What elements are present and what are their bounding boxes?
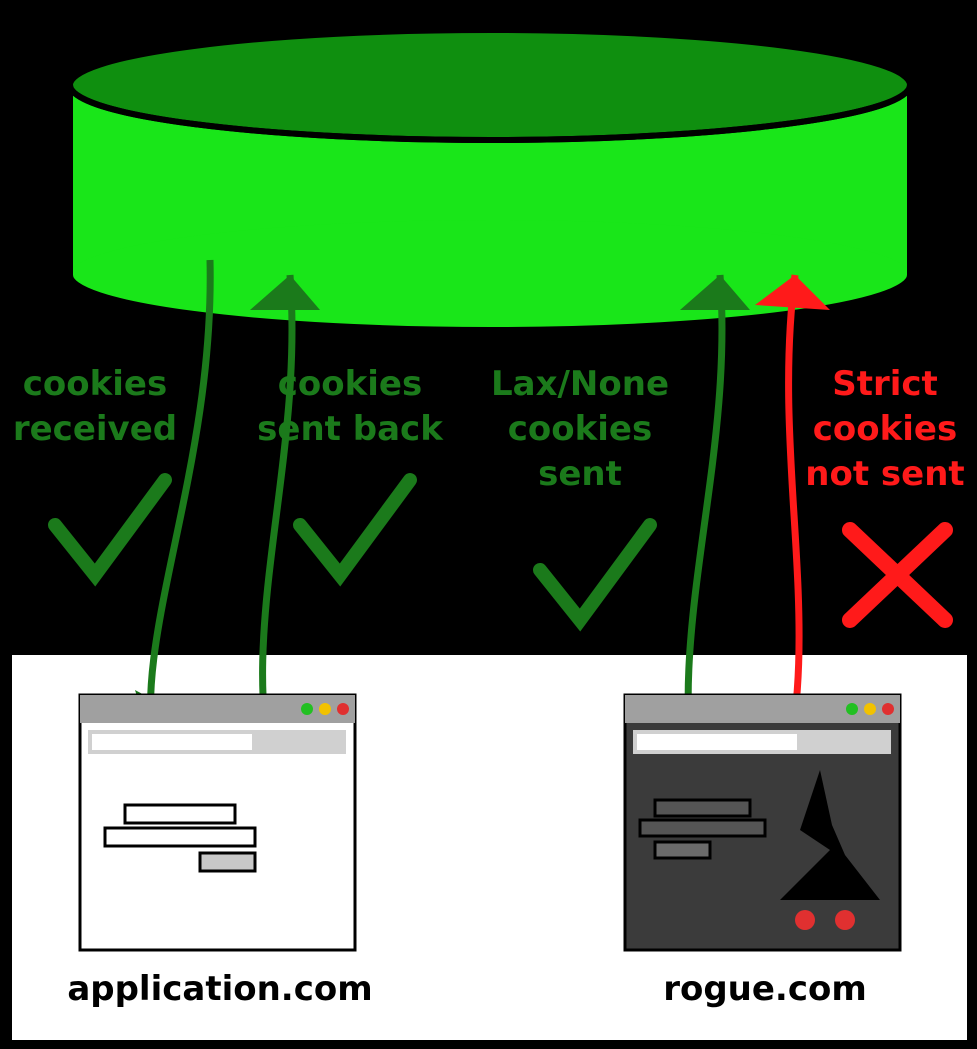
window-dot-green-icon [846, 703, 858, 715]
window-dot-yellow-icon [864, 703, 876, 715]
text-received-2: received [13, 409, 177, 449]
text-sentback-1: cookies [278, 364, 422, 404]
text-laxnone-2: cookies [508, 409, 652, 449]
text-laxnone-1: Lax/None [491, 364, 669, 404]
diagram-canvas: cookies received cookies sent back Lax/N… [0, 0, 977, 1049]
label-cookies-received: cookies received [13, 364, 177, 449]
evil-eye-icon [835, 910, 855, 930]
cross-strict [850, 530, 945, 620]
browser-legit [80, 695, 355, 950]
label-legit-site: application.com [67, 969, 372, 1009]
check-received [55, 480, 165, 575]
evil-eye-icon [795, 910, 815, 930]
window-dot-red-icon [337, 703, 349, 715]
check-sent-back [300, 480, 410, 575]
text-strict-3: not sent [805, 454, 964, 494]
window-dot-red-icon [882, 703, 894, 715]
label-rogue-site: rogue.com [663, 969, 867, 1009]
label-lax-none: Lax/None cookies sent [491, 364, 669, 494]
text-strict-2: cookies [813, 409, 957, 449]
browser-rogue [625, 695, 900, 950]
check-lax-none [540, 525, 650, 620]
window-dot-yellow-icon [319, 703, 331, 715]
text-sentback-2: sent back [257, 409, 444, 449]
text-strict-1: Strict [832, 364, 938, 404]
label-strict: Strict cookies not sent [805, 364, 964, 494]
window-dot-green-icon [301, 703, 313, 715]
text-laxnone-3: sent [538, 454, 622, 494]
text-received-1: cookies [23, 364, 167, 404]
